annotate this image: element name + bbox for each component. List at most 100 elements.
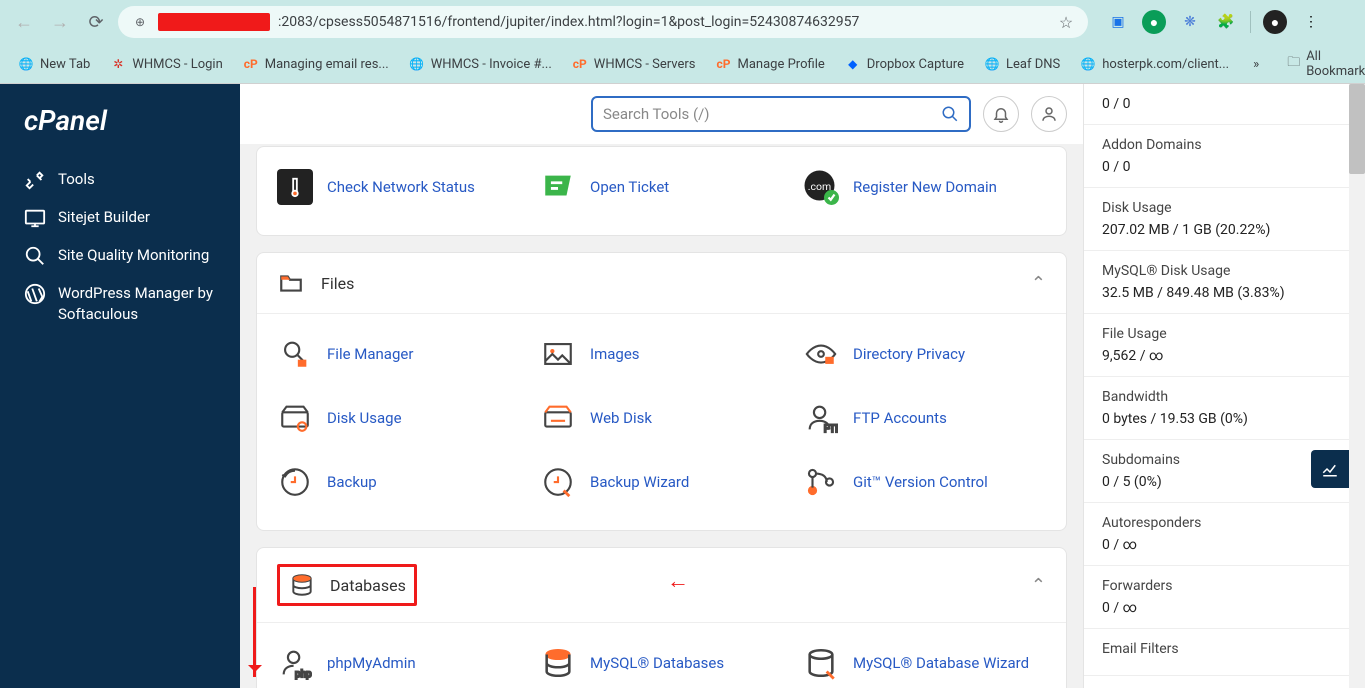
bookmark-item[interactable]: 🌐New Tab bbox=[10, 52, 98, 76]
sidebar-item-wordpress[interactable]: WordPress Manager by Softaculous bbox=[0, 275, 240, 333]
svg-text:php: php bbox=[295, 669, 312, 680]
search-icon[interactable] bbox=[941, 105, 959, 123]
tool-directory-privacy[interactable]: Directory Privacy bbox=[803, 326, 1046, 382]
monitor-icon bbox=[24, 207, 46, 229]
ticket-icon bbox=[540, 169, 576, 205]
svg-text:FTP: FTP bbox=[824, 424, 838, 435]
images-icon bbox=[540, 336, 576, 372]
sidebar-item-tools[interactable]: Tools bbox=[0, 161, 240, 199]
tool-web-disk[interactable]: Web Disk bbox=[540, 390, 783, 446]
database-icon bbox=[288, 571, 316, 599]
tools-icon bbox=[24, 169, 46, 191]
scrollbar[interactable] bbox=[1349, 84, 1365, 688]
dropbox-icon: ◆ bbox=[845, 56, 861, 72]
bookmark-item[interactable]: 🌐Leaf DNS bbox=[976, 52, 1068, 76]
tool-mysql-wizard[interactable]: MySQL® Database Wizard bbox=[803, 635, 1046, 688]
cpanel-icon: cP bbox=[243, 56, 259, 72]
sidebar-item-quality[interactable]: Site Quality Monitoring bbox=[0, 237, 240, 275]
address-row: ← → ⟳ ⊕ :2083/cpsess5054871516/frontend/… bbox=[0, 0, 1365, 44]
address-bar[interactable]: ⊕ :2083/cpsess5054871516/frontend/jupite… bbox=[118, 6, 1088, 38]
sidebar-item-sitejet[interactable]: Sitejet Builder bbox=[0, 199, 240, 237]
url-text: :2083/cpsess5054871516/frontend/jupiter/… bbox=[278, 14, 859, 30]
bookmarks-bar: 🌐New Tab ✲WHMCS - Login cPManaging email… bbox=[0, 44, 1365, 84]
privacy-icon bbox=[803, 336, 839, 372]
annotation-arrow-icon: ← bbox=[667, 568, 689, 594]
reload-button[interactable]: ⟳ bbox=[82, 8, 110, 36]
ext-icon-3[interactable]: ❋ bbox=[1178, 10, 1202, 34]
star-icon[interactable]: ☆ bbox=[1056, 12, 1076, 32]
back-button[interactable]: ← bbox=[10, 8, 38, 36]
extension-icons: ▣ ● ❋ 🧩 ● ⋮ bbox=[1106, 10, 1323, 34]
stat-disk-usage: Disk Usage207.02 MB / 1 GB (20.22%) bbox=[1084, 188, 1349, 251]
analytics-tab[interactable] bbox=[1311, 450, 1349, 488]
tool-mysql-db[interactable]: MySQL® Databases bbox=[540, 635, 783, 688]
forward-button[interactable]: → bbox=[46, 8, 74, 36]
folder-icon: 🗀 bbox=[1287, 53, 1300, 75]
git-icon bbox=[803, 464, 839, 500]
panel-head-databases[interactable]: Databases ← ⌃ bbox=[257, 548, 1066, 623]
globe-icon: 🌐 bbox=[18, 56, 34, 72]
topbar bbox=[240, 84, 1083, 144]
extensions-icon[interactable]: 🧩 bbox=[1214, 10, 1238, 34]
panel-head-files[interactable]: Files ⌃ bbox=[257, 253, 1066, 314]
tool-ftp[interactable]: FTPFTP Accounts bbox=[803, 390, 1046, 446]
stat-bandwidth: Bandwidth0 bytes / 19.53 GB (0%) bbox=[1084, 377, 1349, 440]
chevron-up-icon[interactable]: ⌃ bbox=[1031, 273, 1046, 294]
quick-panel: Check Network Status Open Ticket .com Re… bbox=[256, 146, 1067, 236]
site-info-icon[interactable]: ⊕ bbox=[130, 12, 150, 32]
bookmark-overflow[interactable]: » bbox=[1245, 53, 1267, 76]
tool-git[interactable]: Git™ Version Control bbox=[803, 454, 1046, 510]
panel-files: Files ⌃ File Manager Images Directory Pr… bbox=[256, 252, 1067, 531]
mysql-icon bbox=[540, 645, 576, 681]
stat-email-filters: Email Filters bbox=[1084, 629, 1349, 676]
stat-mysql-disk: MySQL® Disk Usage32.5 MB / 849.48 MB (3.… bbox=[1084, 251, 1349, 314]
stat-addon-domains: Addon Domains0 / 0 bbox=[1084, 125, 1349, 188]
gear-icon: ✲ bbox=[110, 56, 126, 72]
tool-register-domain[interactable]: .com Register New Domain bbox=[803, 159, 1046, 215]
profile-avatar[interactable]: ● bbox=[1263, 10, 1287, 34]
globe-icon: 🌐 bbox=[409, 56, 425, 72]
tool-file-manager[interactable]: File Manager bbox=[277, 326, 520, 382]
tool-images[interactable]: Images bbox=[540, 326, 783, 382]
bookmark-item[interactable]: 🌐hosterpk.com/client... bbox=[1072, 52, 1237, 76]
domain-icon: .com bbox=[803, 169, 839, 205]
bookmark-item[interactable]: cPManaging email res... bbox=[235, 52, 397, 76]
phpmyadmin-icon: php bbox=[277, 645, 313, 681]
account-button[interactable] bbox=[1031, 96, 1067, 132]
stat-forwarders: Forwarders0 / ∞ bbox=[1084, 566, 1349, 629]
tool-open-ticket[interactable]: Open Ticket bbox=[540, 159, 783, 215]
backup-icon bbox=[277, 464, 313, 500]
stat-file-usage: File Usage9,562 / ∞ bbox=[1084, 314, 1349, 377]
scroll-thumb[interactable] bbox=[1349, 84, 1365, 174]
bookmark-item[interactable]: cPManage Profile bbox=[708, 52, 833, 76]
chevron-up-icon[interactable]: ⌃ bbox=[1031, 575, 1046, 596]
bookmark-item[interactable]: 🌐WHMCS - Invoice #... bbox=[401, 52, 560, 76]
search-input[interactable] bbox=[603, 105, 941, 123]
cpanel-icon: cP bbox=[572, 56, 588, 72]
tool-backup[interactable]: Backup bbox=[277, 454, 520, 510]
sidebar: cPanel Tools Sitejet Builder Site Qualit… bbox=[0, 84, 240, 688]
thermometer-icon bbox=[277, 169, 313, 205]
notifications-button[interactable] bbox=[983, 96, 1019, 132]
ext-icon-1[interactable]: ▣ bbox=[1106, 10, 1130, 34]
ext-icon-2[interactable]: ● bbox=[1142, 10, 1166, 34]
ftp-icon: FTP bbox=[803, 400, 839, 436]
tool-network-status[interactable]: Check Network Status bbox=[277, 159, 520, 215]
stat-item: 0 / 0 bbox=[1084, 84, 1349, 125]
stat-subdomains: Subdomains0 / 5 (0%) bbox=[1084, 440, 1349, 503]
tool-phpmyadmin[interactable]: phpphpMyAdmin bbox=[277, 635, 520, 688]
disk-usage-icon bbox=[277, 400, 313, 436]
bookmark-item[interactable]: ✲WHMCS - Login bbox=[102, 52, 230, 76]
bookmark-item[interactable]: cPWHMCS - Servers bbox=[564, 52, 704, 76]
browser-chrome: ← → ⟳ ⊕ :2083/cpsess5054871516/frontend/… bbox=[0, 0, 1365, 84]
tool-disk-usage[interactable]: Disk Usage bbox=[277, 390, 520, 446]
all-bookmarks-button[interactable]: 🗀All Bookmarks bbox=[1287, 49, 1365, 79]
cpanel-logo[interactable]: cPanel bbox=[0, 104, 240, 161]
tool-backup-wizard[interactable]: Backup Wizard bbox=[540, 454, 783, 510]
panel-databases: Databases ← ⌃ phpphpMyAdmin MySQL® Datab… bbox=[256, 547, 1067, 688]
search-box[interactable] bbox=[591, 96, 971, 132]
bookmark-item[interactable]: ◆Dropbox Capture bbox=[837, 52, 972, 76]
browser-menu-icon[interactable]: ⋮ bbox=[1299, 10, 1323, 34]
globe-icon: 🌐 bbox=[984, 56, 1000, 72]
stat-autoresponders: Autoresponders0 / ∞ bbox=[1084, 503, 1349, 566]
